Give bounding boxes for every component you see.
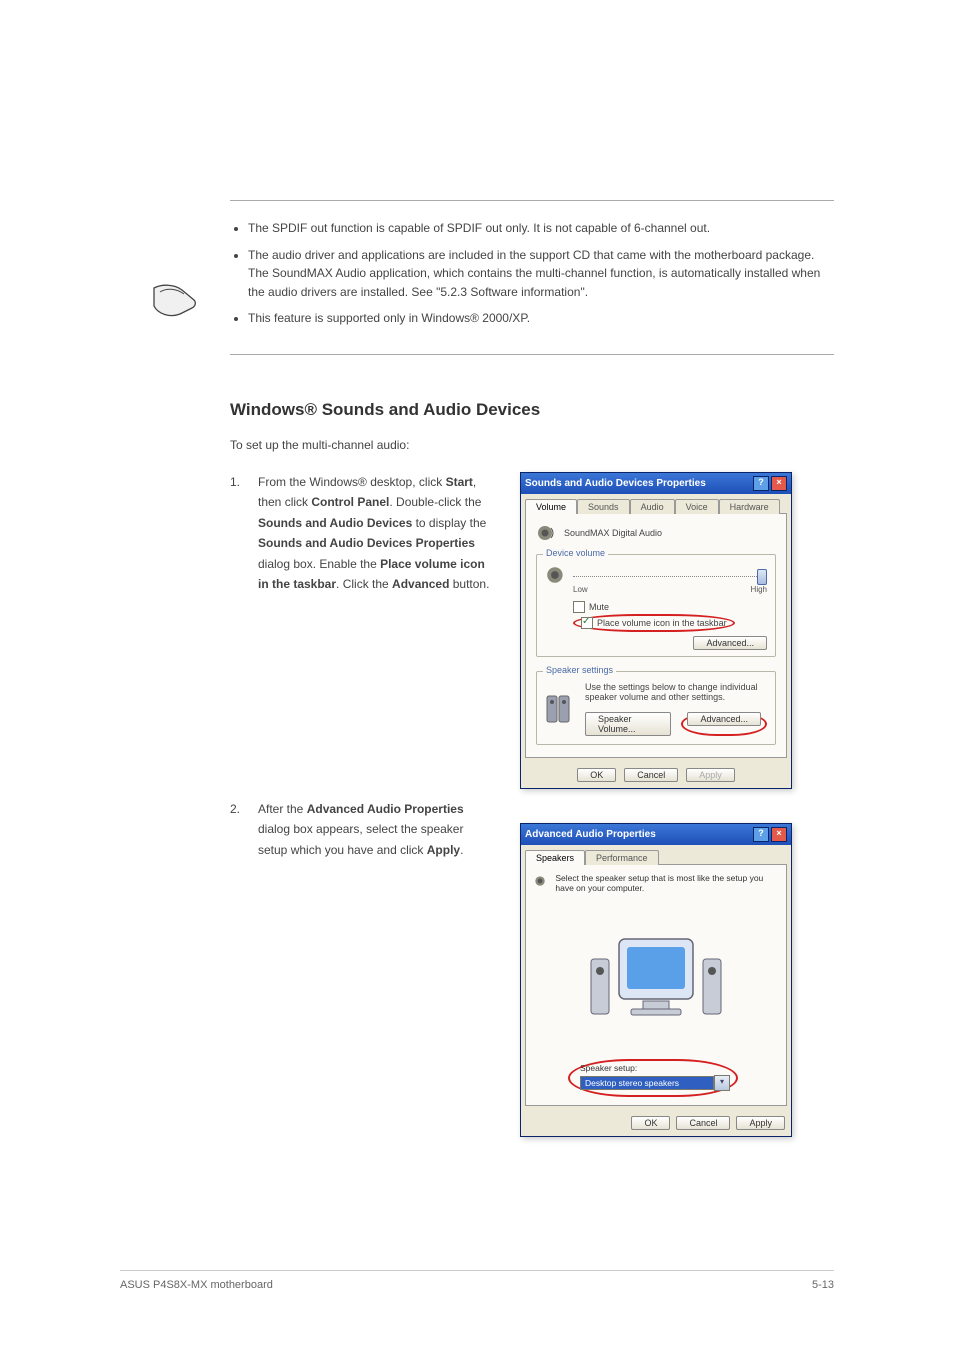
slider-thumb[interactable] [757,569,767,585]
speaker-advanced-button[interactable]: Advanced... [687,712,761,726]
speaker-volume-button[interactable]: Speaker Volume... [585,712,671,736]
group-title: Device volume [543,548,608,558]
ui-ref: Advanced Audio Properties [307,802,464,816]
step-2: 2. After the Advanced Audio Properties d… [230,799,834,1137]
step-text: to display the [412,516,486,530]
step-text: . Click the [336,577,392,591]
ui-ref: Sounds and Audio Devices [258,516,412,530]
speaker-setup-illustration [534,899,778,1059]
taskbar-icon-label: Place volume icon in the taskbar [597,618,727,628]
tab-voice[interactable]: Voice [675,499,719,514]
note-item: The SPDIF out function is capable of SPD… [248,219,834,238]
slider-low-label: Low [573,585,588,594]
tab-performance[interactable]: Performance [585,850,659,865]
dialog-description: Select the speaker setup that is most li… [555,873,778,893]
step-text: button. [449,577,489,591]
tab-audio[interactable]: Audio [630,499,675,514]
close-icon[interactable]: × [771,827,787,842]
advanced-button[interactable]: Advanced... [693,636,767,650]
ui-ref: Advanced [392,577,449,591]
combo-value: Desktop stereo speakers [580,1076,714,1090]
taskbar-icon-checkbox[interactable] [581,617,593,629]
titlebar[interactable]: Sounds and Audio Devices Properties ? × [521,473,791,494]
device-volume-group: Device volume [536,554,776,657]
highlight-ring: Advanced... [681,712,767,736]
ok-button[interactable]: OK [631,1116,670,1130]
group-title: Speaker settings [543,665,616,675]
note-item: The audio driver and applications are in… [248,246,834,302]
speaker-desc: Use the settings below to change individ… [585,682,767,702]
note-hand-icon [150,282,200,318]
step-number: 2. [230,799,258,860]
mute-label: Mute [589,602,609,612]
help-icon[interactable]: ? [753,476,769,491]
tab-panel: SoundMAX Digital Audio Device volume [525,513,787,758]
chevron-down-icon[interactable]: ▾ [714,1075,730,1091]
footer-right: 5-13 [812,1279,834,1291]
ui-ref: Start [446,475,473,489]
step-text: From the Windows® desktop, click [258,475,446,489]
sounds-audio-devices-dialog: Sounds and Audio Devices Properties ? × … [520,472,792,789]
volume-icon [534,873,547,889]
page: The SPDIF out function is capable of SPD… [0,0,954,1351]
dialog-buttons: OK Cancel Apply [521,1110,791,1136]
help-icon[interactable]: ? [753,827,769,842]
mute-checkbox[interactable] [573,601,585,613]
device-name: SoundMAX Digital Audio [564,528,662,538]
tab-strip: Volume Sounds Audio Voice Hardware [521,494,791,513]
dialog-buttons: OK Cancel Apply [521,762,791,788]
apply-button[interactable]: Apply [736,1116,785,1130]
speakers-icon [545,682,575,736]
slider-high-label: High [751,585,767,594]
ui-ref: Control Panel [311,495,389,509]
step-text: dialog box. Enable the [258,557,380,571]
volume-icon [545,565,567,585]
note-box: The SPDIF out function is capable of SPD… [230,200,834,355]
note-item: This feature is supported only in Window… [248,309,834,328]
window-title: Sounds and Audio Devices Properties [525,478,706,489]
window-title: Advanced Audio Properties [525,829,656,840]
section-heading: Windows® Sounds and Audio Devices [230,400,834,420]
cancel-button[interactable]: Cancel [676,1116,730,1130]
titlebar[interactable]: Advanced Audio Properties ? × [521,824,791,845]
highlight-ring: Speaker setup: Desktop stereo speakers ▾ [568,1059,738,1097]
apply-button[interactable]: Apply [686,768,735,782]
speaker-setup-combo[interactable]: Desktop stereo speakers ▾ [580,1075,730,1091]
speaker-settings-group: Speaker settings Use the settings below [536,671,776,745]
volume-icon [536,524,556,542]
step-number: 1. [230,472,258,594]
close-icon[interactable]: × [771,476,787,491]
step-1: 1. From the Windows® desktop, click Star… [230,472,834,789]
ui-ref: Apply [427,843,460,857]
page-footer: ASUS P4S8X-MX motherboard 5-13 [120,1270,834,1291]
highlight-ring: Place volume icon in the taskbar [573,614,735,632]
tab-sounds[interactable]: Sounds [577,499,630,514]
tab-volume[interactable]: Volume [525,499,577,514]
ok-button[interactable]: OK [577,768,616,782]
volume-slider[interactable] [573,571,767,581]
ui-ref: Sounds and Audio Devices Properties [258,536,475,550]
footer-left: ASUS P4S8X-MX motherboard [120,1279,273,1291]
step-text: After the [258,802,307,816]
instruction-text: To set up the multi-channel audio: [230,438,834,452]
tab-strip: Speakers Performance [521,845,791,864]
speaker-setup-label: Speaker setup: [580,1063,730,1073]
cancel-button[interactable]: Cancel [624,768,678,782]
step-text: . Double-click the [389,495,481,509]
step-text: . [460,843,463,857]
tab-hardware[interactable]: Hardware [719,499,780,514]
advanced-audio-properties-dialog: Advanced Audio Properties ? × Speakers P… [520,823,792,1137]
tab-panel: Select the speaker setup that is most li… [525,864,787,1106]
tab-speakers[interactable]: Speakers [525,850,585,865]
